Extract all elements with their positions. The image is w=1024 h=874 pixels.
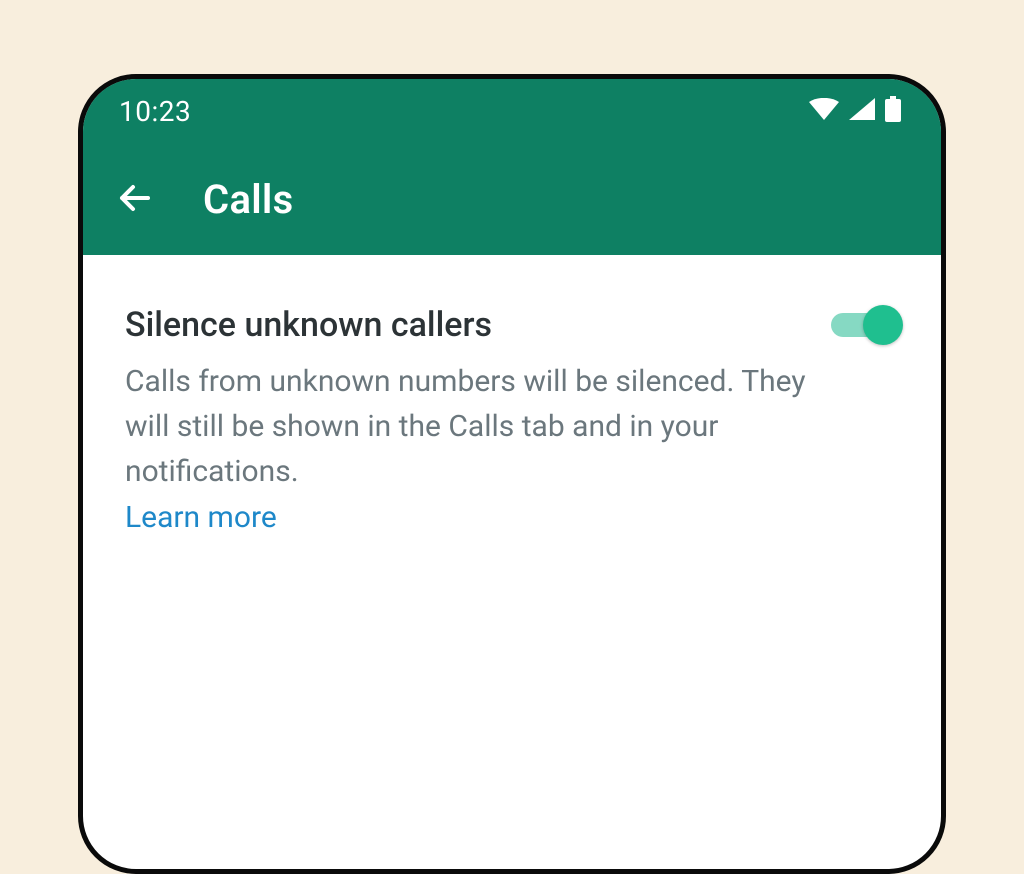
arrow-left-icon: [115, 178, 155, 221]
setting-text-block: Silence unknown callers Calls from unkno…: [125, 305, 807, 535]
status-icons: [809, 96, 901, 126]
phone-frame: 10:23: [78, 74, 946, 874]
settings-content: Silence unknown callers Calls from unkno…: [83, 255, 941, 535]
wifi-icon: [809, 98, 839, 124]
status-bar: 10:23: [83, 79, 941, 143]
silence-unknown-callers-row: Silence unknown callers Calls from unkno…: [125, 305, 899, 535]
app-bar: Calls: [83, 143, 941, 255]
back-button[interactable]: [111, 175, 159, 223]
status-time: 10:23: [119, 95, 191, 128]
page-title: Calls: [203, 176, 293, 223]
cellular-signal-icon: [849, 98, 875, 124]
toggle-thumb: [863, 305, 903, 345]
setting-description: Calls from unknown numbers will be silen…: [125, 359, 807, 494]
silence-unknown-callers-toggle[interactable]: [831, 305, 899, 345]
setting-title: Silence unknown callers: [125, 305, 807, 345]
battery-icon: [885, 96, 901, 126]
learn-more-link[interactable]: Learn more: [125, 500, 277, 535]
